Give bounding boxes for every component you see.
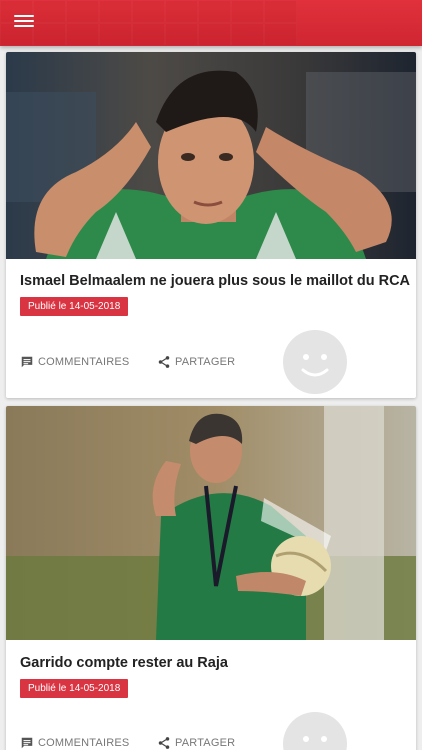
smiley-face-icon[interactable] <box>283 330 347 394</box>
smiley-face-icon[interactable] <box>283 712 347 750</box>
comments-label: COMMENTAIRES <box>38 356 130 368</box>
share-icon <box>158 356 170 368</box>
date-badge: Publié le 14-05-2018 <box>20 297 129 316</box>
share-button[interactable]: PARTAGER <box>157 355 235 369</box>
share-label: PARTAGER <box>175 356 236 368</box>
hamburger-menu-icon[interactable] <box>14 13 34 31</box>
date-badge: Publié le 14-05-2018 <box>20 679 129 698</box>
share-label: PARTAGER <box>175 737 236 749</box>
article-image[interactable] <box>6 52 416 259</box>
article-card[interactable]: Garrido compte rester au Raja Publié le … <box>6 406 416 750</box>
comments-label: COMMENTAIRES <box>38 737 130 749</box>
share-button[interactable]: PARTAGER <box>157 736 235 750</box>
comments-button[interactable]: COMMENTAIRES <box>20 736 129 750</box>
article-card[interactable]: Ismael Belmaalem ne jouera plus sous le … <box>6 52 416 398</box>
app-bar-pattern <box>0 0 300 46</box>
app-bar <box>0 0 422 46</box>
article-title[interactable]: Garrido compte rester au Raja <box>20 654 228 672</box>
article-title[interactable]: Ismael Belmaalem ne jouera plus sous le … <box>20 272 410 290</box>
comment-icon <box>21 356 33 368</box>
player-photo <box>6 52 416 259</box>
comment-icon <box>21 737 33 749</box>
share-icon <box>158 737 170 749</box>
coach-photo <box>6 406 416 640</box>
news-feed: Ismael Belmaalem ne jouera plus sous le … <box>0 46 422 750</box>
article-image[interactable] <box>6 406 416 640</box>
comments-button[interactable]: COMMENTAIRES <box>20 355 129 369</box>
